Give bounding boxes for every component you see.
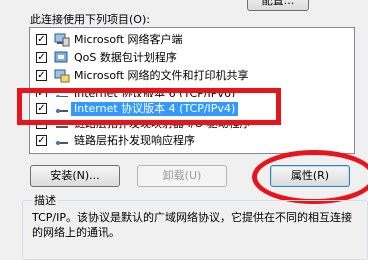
install-button[interactable]: 安装(N)... bbox=[30, 165, 120, 187]
uninstall-button: 卸载(U) bbox=[137, 165, 227, 187]
list-item-label: Internet 协议版本 4 (TCP/IPv4) bbox=[71, 102, 239, 116]
network-client-icon bbox=[54, 33, 70, 47]
item-checkbox[interactable]: ✓ bbox=[36, 121, 47, 129]
items-section-label: 此连接使用下列项目(O): bbox=[30, 13, 150, 26]
list-item-lltd-responder[interactable]: ✓ 链路层拓扑发现响应程序 bbox=[30, 132, 354, 150]
items-listbox[interactable]: ✓ Microsoft 网络客户端 ✓ QoS 数据包计划程序 ✓ Micros… bbox=[29, 27, 355, 154]
item-checkbox[interactable]: ✓ bbox=[36, 103, 47, 114]
item-checkbox[interactable]: ✓ bbox=[36, 88, 47, 97]
list-item-label: Internet 协议版本 6 (TCP/IPv6) bbox=[74, 87, 236, 97]
description-title: 描述 bbox=[32, 192, 58, 208]
item-checkbox[interactable]: ✓ bbox=[36, 135, 47, 146]
protocol-icon bbox=[56, 126, 68, 128]
configure-button[interactable]: 配置... bbox=[247, 0, 309, 11]
properties-button[interactable]: 属性(R) bbox=[270, 165, 350, 187]
protocol-icon bbox=[56, 141, 68, 145]
list-item-network-client[interactable]: ✓ Microsoft 网络客户端 bbox=[30, 31, 354, 49]
list-item-label: 链路层拓扑发现响应程序 bbox=[74, 134, 195, 147]
item-checkbox[interactable]: ✓ bbox=[36, 52, 47, 63]
list-item-file-share[interactable]: ✓ Microsoft 网络的文件和打印机共享 bbox=[30, 67, 354, 85]
protocol-icon bbox=[56, 109, 68, 113]
list-item-ipv6[interactable]: ✓ Internet 协议版本 6 (TCP/IPv6) bbox=[30, 85, 354, 97]
list-item-label: Microsoft 网络的文件和打印机共享 bbox=[74, 69, 249, 82]
item-checkbox[interactable]: ✓ bbox=[36, 70, 47, 81]
description-text: TCP/IP。该协议是默认的广域网络协议，它提供在不同的相互连接的网络上的通讯。 bbox=[32, 211, 352, 239]
list-item-label: 链路层拓扑发现映射器 I/O 驱动程序 bbox=[74, 121, 251, 130]
qos-icon bbox=[54, 51, 68, 63]
list-item-label: Microsoft 网络客户端 bbox=[74, 33, 183, 46]
list-item-qos[interactable]: ✓ QoS 数据包计划程序 bbox=[30, 49, 354, 67]
protocol-icon bbox=[56, 95, 68, 97]
list-item-ipv4[interactable]: ✓ Internet 协议版本 4 (TCP/IPv4) bbox=[30, 100, 354, 118]
list-item-lltd-mapper[interactable]: ✓ 链路层拓扑发现映射器 I/O 驱动程序 bbox=[30, 121, 354, 131]
file-share-icon bbox=[54, 69, 70, 83]
list-item-label: QoS 数据包计划程序 bbox=[74, 51, 177, 64]
item-checkbox[interactable]: ✓ bbox=[36, 34, 47, 45]
